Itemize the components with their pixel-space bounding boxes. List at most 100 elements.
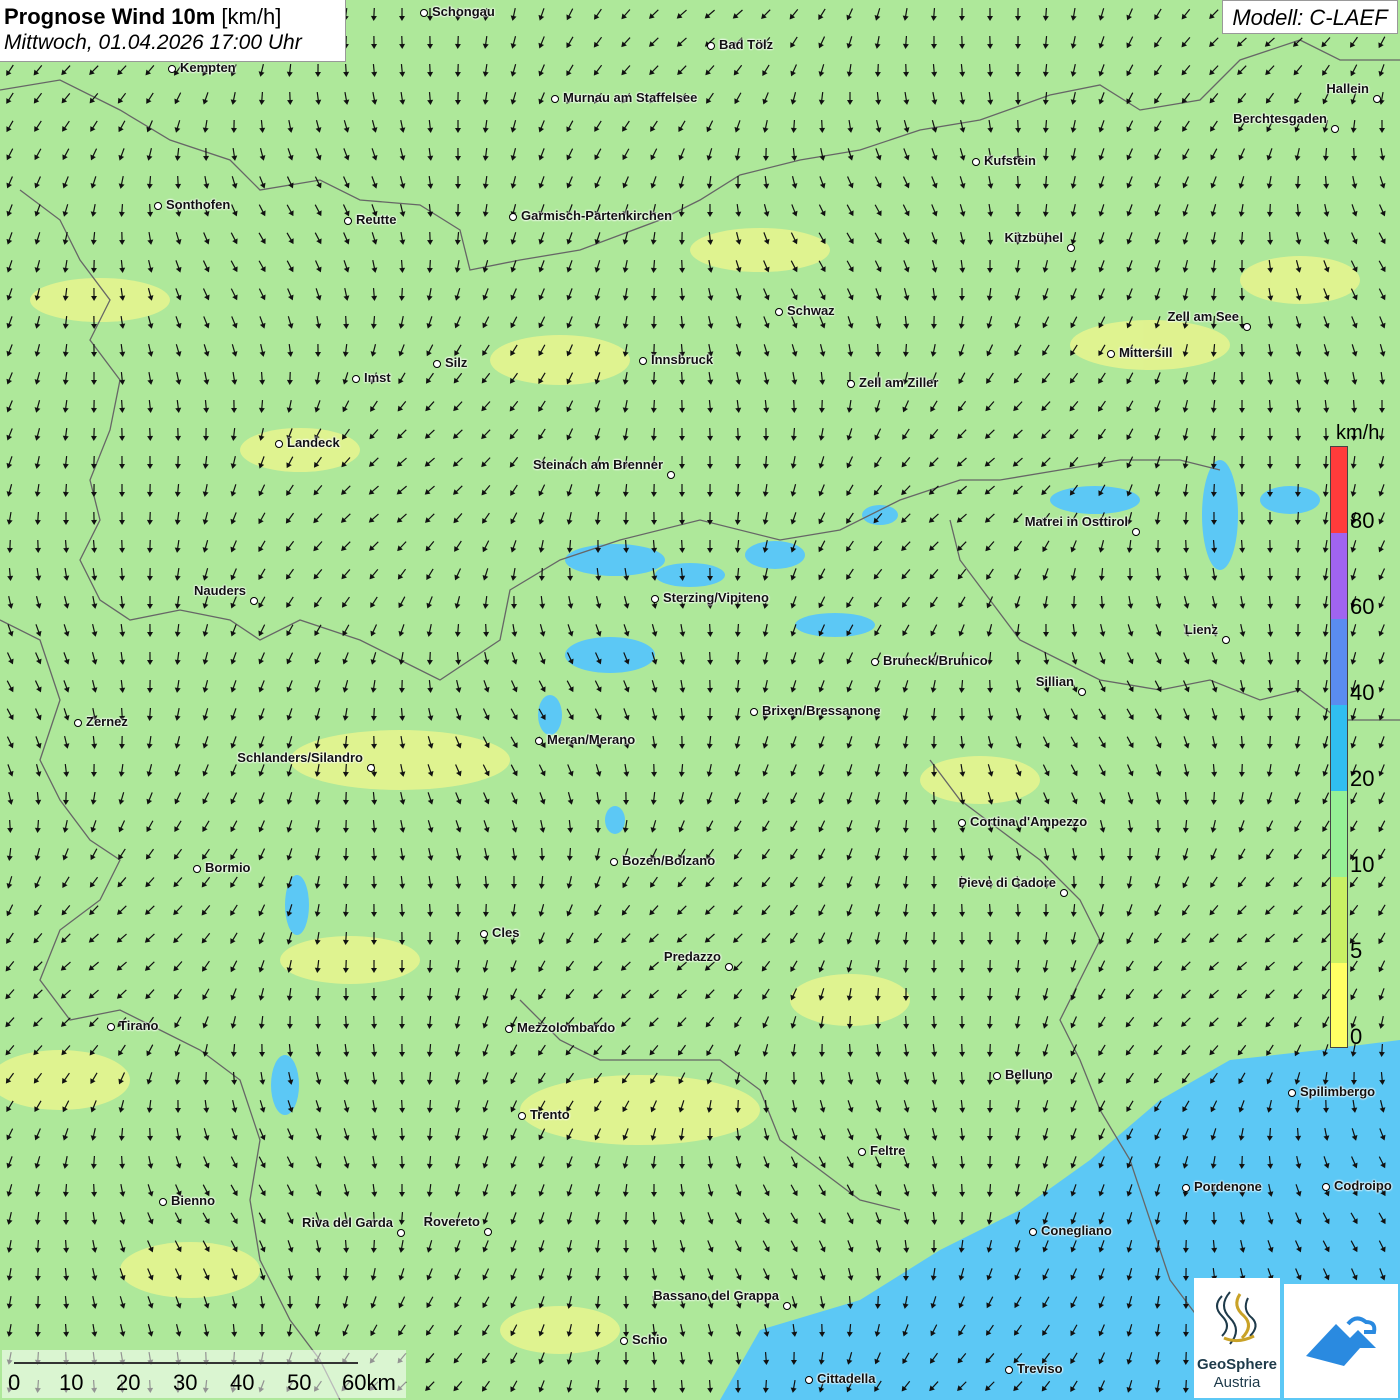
place-label: Feltre <box>870 1143 906 1158</box>
city-dot-icon <box>958 819 966 827</box>
legend-unit: km/h <box>1336 422 1380 444</box>
city-dot-icon <box>480 930 488 938</box>
city-dot-icon <box>420 9 428 17</box>
city-dot-icon <box>805 1376 813 1384</box>
city-dot-icon <box>1322 1183 1330 1191</box>
model-label: Modell: C-LAEF <box>1222 0 1398 34</box>
city-dot-icon <box>775 308 783 316</box>
place-label: Nauders <box>193 583 246 598</box>
forecast-datetime: Mittwoch, 01.04.2026 17:00 Uhr <box>4 31 302 54</box>
city-dot-icon <box>193 865 201 873</box>
scale-label: 0 <box>8 1370 21 1395</box>
place-label: Kempten <box>180 60 236 75</box>
city-dot-icon <box>367 764 375 772</box>
scale-label: 20 <box>116 1370 141 1395</box>
city-dot-icon <box>154 202 162 210</box>
legend-tick: 40 <box>1350 680 1375 705</box>
city-dot-icon <box>275 440 283 448</box>
city-dot-icon <box>871 658 879 666</box>
scale-bar: 0 10 20 30 40 50 60km <box>2 1350 406 1398</box>
legend-segment <box>1331 705 1347 791</box>
city-dot-icon <box>1107 350 1115 358</box>
place-label: Rovereto <box>423 1214 480 1229</box>
city-dot-icon <box>484 1228 492 1236</box>
city-dot-icon <box>667 471 675 479</box>
legend-segment <box>1331 533 1347 619</box>
place-label: Spilimbergo <box>1300 1084 1376 1099</box>
legend-tick: 10 <box>1350 852 1375 877</box>
legend-segment <box>1331 877 1347 963</box>
map-title: Prognose Wind 10m [km/h] <box>4 4 282 29</box>
place-markers: Schongau Bad Tölz Kempten Murnau am Staffel… <box>0 0 1400 1400</box>
legend-segment <box>1331 791 1347 877</box>
place-label: Mezzolombardo <box>517 1020 616 1035</box>
scale-label: 40 <box>230 1370 255 1395</box>
city-dot-icon <box>509 213 517 221</box>
place-label: Bad Tölz <box>719 37 774 52</box>
city-dot-icon <box>707 42 715 50</box>
place-label: Conegliano <box>1041 1223 1112 1238</box>
city-dot-icon <box>397 1229 405 1237</box>
place-label: Imst <box>364 370 391 385</box>
place-label: Landeck <box>287 435 340 450</box>
place-label: Zell am Ziller <box>859 375 939 390</box>
city-dot-icon <box>1331 125 1339 133</box>
city-dot-icon <box>1243 323 1251 331</box>
place-label: Cittadella <box>817 1371 876 1386</box>
place-label: Bassano del Grappa <box>653 1288 779 1303</box>
legend-segment <box>1331 619 1347 705</box>
place-label: Codroipo <box>1334 1178 1392 1193</box>
place-label: Silz <box>445 355 468 370</box>
city-dot-icon <box>551 95 559 103</box>
scale-label: 60km <box>342 1370 396 1395</box>
legend-bar <box>1330 446 1348 1048</box>
legend-segment <box>1331 963 1347 1047</box>
legend-tick: 0 <box>1350 1024 1363 1049</box>
legend-tick: 80 <box>1350 508 1375 533</box>
city-dot-icon <box>250 597 258 605</box>
city-dot-icon <box>651 595 659 603</box>
city-dot-icon <box>535 737 543 745</box>
city-dot-icon <box>620 1337 628 1345</box>
place-label: Sonthofen <box>166 197 231 212</box>
scale-line <box>14 1356 358 1364</box>
place-label: Cortina d'Ampezzo <box>970 814 1088 829</box>
city-dot-icon <box>1060 889 1068 897</box>
place-label: Schlanders/Silandro <box>237 750 363 765</box>
cloud-logo-icon <box>1306 1316 1377 1366</box>
place-label: Predazzo <box>663 949 721 964</box>
city-dot-icon <box>1182 1184 1190 1192</box>
city-dot-icon <box>352 375 360 383</box>
place-label: Steinach am Brenner <box>532 457 663 472</box>
place-label: Bormio <box>205 860 251 875</box>
city-dot-icon <box>1132 528 1140 536</box>
place-label: Kitzbühel <box>1004 230 1064 245</box>
city-dot-icon <box>847 380 855 388</box>
city-dot-icon <box>518 1112 526 1120</box>
city-dot-icon <box>1373 95 1381 103</box>
place-label: Mittersill <box>1119 345 1173 360</box>
city-dot-icon <box>107 1023 115 1031</box>
place-label: Bruneck/Brunico <box>883 653 988 668</box>
city-dot-icon <box>725 963 733 971</box>
city-dot-icon <box>858 1148 866 1156</box>
geosphere-country: Austria <box>1213 1374 1261 1391</box>
place-label: Zell am See <box>1167 309 1239 324</box>
place-label: Bozen/Bolzano <box>622 853 716 868</box>
scale-label: 30 <box>173 1370 198 1395</box>
place-label: Reutte <box>356 212 397 227</box>
city-dot-icon <box>344 217 352 225</box>
city-dot-icon <box>639 357 647 365</box>
city-dot-icon <box>610 858 618 866</box>
city-dot-icon <box>750 708 758 716</box>
place-label: Sterzing/Vipiteno <box>663 590 769 605</box>
city-dot-icon <box>993 1072 1001 1080</box>
place-label: Berchtesgaden <box>1233 111 1327 126</box>
place-label: Innsbruck <box>651 352 714 367</box>
geosphere-name: GeoSphere <box>1196 1356 1278 1373</box>
place-label: Sillian <box>1035 674 1074 689</box>
place-label: Brixen/Bressanone <box>762 703 881 718</box>
city-dot-icon <box>1067 244 1075 252</box>
place-label: Murnau am Staffelsee <box>563 90 698 105</box>
city-dot-icon <box>972 158 980 166</box>
